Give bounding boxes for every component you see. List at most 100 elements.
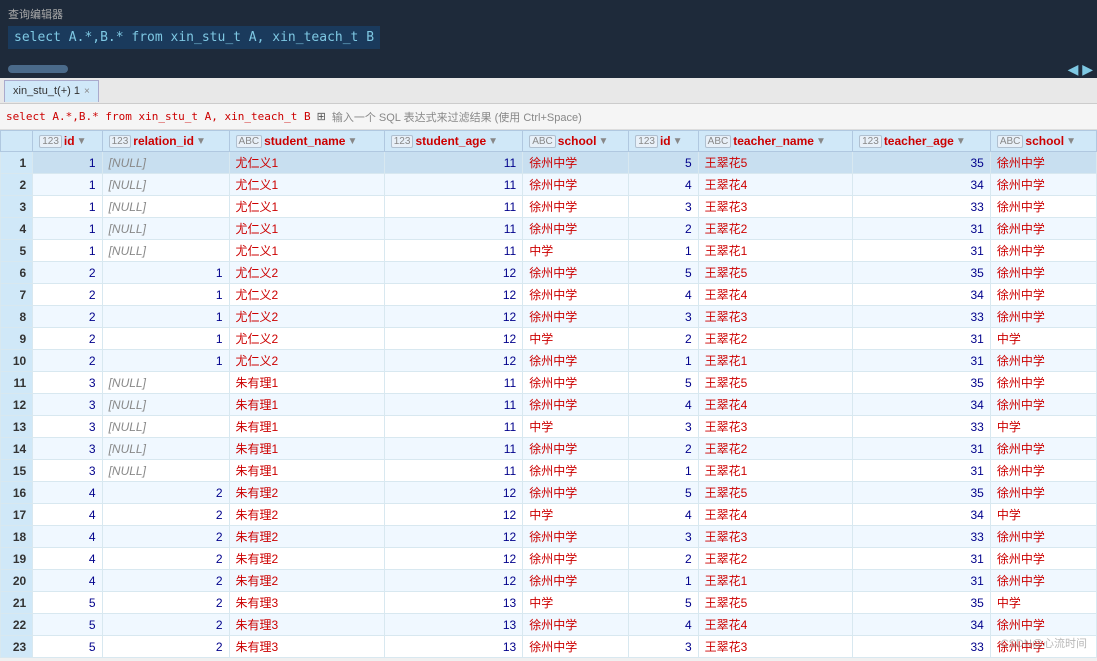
type-badge-8: ABC [997, 135, 1024, 148]
table-cell: 徐州中学 [523, 438, 629, 460]
sql-editor[interactable]: select A.*,B.* from xin_stu_t A, xin_tea… [8, 26, 380, 49]
table-cell: 徐州中学 [990, 152, 1096, 174]
table-cell: 5 [33, 636, 102, 658]
table-cell: 朱有理2 [229, 482, 384, 504]
table-cell: 王翠花5 [698, 372, 852, 394]
table-row: 2352朱有理313徐州中学3王翠花333徐州中学 [1, 636, 1097, 658]
table-cell: 尤仁义2 [229, 350, 384, 372]
table-cell: 1 [629, 240, 698, 262]
col-header-student_name-2[interactable]: ABC student_name ▼ [229, 131, 384, 152]
filter-hint: 输入一个 SQL 表达式来过滤结果 (使用 Ctrl+Space) [332, 109, 582, 125]
col-name-2: student_name [264, 134, 345, 148]
table-cell: 35 [853, 482, 991, 504]
col-header-student_age-3[interactable]: 123 student_age ▼ [384, 131, 522, 152]
result-table: 123 id ▼ 123 relation_id ▼ ABC student_n… [0, 130, 1097, 658]
table-cell: 1 [629, 570, 698, 592]
table-cell: 朱有理3 [229, 614, 384, 636]
table-cell: 2 [629, 328, 698, 350]
table-cell: 王翠花4 [698, 284, 852, 306]
row-number: 7 [1, 284, 33, 306]
table-cell: 3 [629, 416, 698, 438]
filter-bar: select A.*,B.* from xin_stu_t A, xin_tea… [0, 104, 1097, 130]
table-cell: 王翠花1 [698, 460, 852, 482]
table-cell: 尤仁义1 [229, 240, 384, 262]
table-row: 21[NULL]尤仁义111徐州中学4王翠花434徐州中学 [1, 174, 1097, 196]
table-row: 1021尤仁义212徐州中学1王翠花131徐州中学 [1, 350, 1097, 372]
table-cell: [NULL] [102, 372, 229, 394]
table-cell: 11 [384, 174, 522, 196]
table-row: 2042朱有理212徐州中学1王翠花131徐州中学 [1, 570, 1097, 592]
table-cell: 5 [33, 592, 102, 614]
result-tab[interactable]: xin_stu_t(+) 1 × [4, 80, 99, 102]
col-header-school-4[interactable]: ABC school ▼ [523, 131, 629, 152]
table-cell: 3 [33, 394, 102, 416]
col-header-teacher_age-7[interactable]: 123 teacher_age ▼ [853, 131, 991, 152]
row-number: 6 [1, 262, 33, 284]
col-filter-icon-3[interactable]: ▼ [488, 136, 498, 147]
table-cell: 2 [33, 306, 102, 328]
table-cell: 尤仁义2 [229, 306, 384, 328]
table-cell: 尤仁义2 [229, 262, 384, 284]
scroll-arrows[interactable]: ◀ ▶ [1068, 61, 1093, 78]
col-filter-icon-5[interactable]: ▼ [673, 136, 683, 147]
table-cell: 3 [33, 416, 102, 438]
table-cell: 徐州中学 [990, 438, 1096, 460]
table-cell: 5 [629, 262, 698, 284]
table-cell: 徐州中学 [990, 548, 1096, 570]
row-number: 15 [1, 460, 33, 482]
table-cell: 31 [853, 548, 991, 570]
type-badge-2: ABC [236, 135, 263, 148]
col-header-school-8[interactable]: ABC school ▼ [990, 131, 1096, 152]
col-header-teacher_name-6[interactable]: ABC teacher_name ▼ [698, 131, 852, 152]
table-row: 123[NULL]朱有理111徐州中学4王翠花434徐州中学 [1, 394, 1097, 416]
filter-icon: ⊞ [317, 110, 326, 123]
col-name-7: teacher_age [884, 134, 954, 148]
col-header-id-0[interactable]: 123 id ▼ [33, 131, 102, 152]
table-cell: 2 [629, 218, 698, 240]
col-filter-icon-0[interactable]: ▼ [77, 136, 87, 147]
col-filter-icon-2[interactable]: ▼ [347, 136, 357, 147]
table-cell: 5 [33, 614, 102, 636]
h-scrollbar[interactable] [8, 65, 68, 73]
table-row: 133[NULL]朱有理111中学3王翠花333中学 [1, 416, 1097, 438]
table-cell: [NULL] [102, 460, 229, 482]
table-cell: 王翠花4 [698, 614, 852, 636]
row-number: 2 [1, 174, 33, 196]
col-name-8: school [1025, 134, 1064, 148]
table-cell: 1 [102, 262, 229, 284]
tab-close[interactable]: × [84, 86, 90, 97]
table-row: 1742朱有理212中学4王翠花434中学 [1, 504, 1097, 526]
row-number: 8 [1, 306, 33, 328]
table-cell: 35 [853, 592, 991, 614]
table-cell: 王翠花3 [698, 416, 852, 438]
type-badge-4: ABC [529, 135, 556, 148]
row-number: 18 [1, 526, 33, 548]
table-cell: 4 [629, 284, 698, 306]
table-cell: 中学 [523, 504, 629, 526]
table-row: 621尤仁义212徐州中学5王翠花535徐州中学 [1, 262, 1097, 284]
col-header-relation_id-1[interactable]: 123 relation_id ▼ [102, 131, 229, 152]
type-badge-7: 123 [859, 135, 882, 148]
table-cell: 3 [629, 196, 698, 218]
table-cell: 徐州中学 [523, 394, 629, 416]
table-cell: 徐州中学 [523, 460, 629, 482]
table-cell: 2 [102, 570, 229, 592]
col-header-id-5[interactable]: 123 id ▼ [629, 131, 698, 152]
row-number: 10 [1, 350, 33, 372]
col-filter-icon-8[interactable]: ▼ [1066, 136, 1076, 147]
table-cell: 徐州中学 [523, 262, 629, 284]
table-cell: 34 [853, 284, 991, 306]
table-cell: 2 [102, 636, 229, 658]
table-cell: 徐州中学 [990, 570, 1096, 592]
col-filter-icon-6[interactable]: ▼ [816, 136, 826, 147]
table-cell: 35 [853, 152, 991, 174]
table-cell: 徐州中学 [990, 218, 1096, 240]
table-cell: 4 [629, 504, 698, 526]
table-row: 821尤仁义212徐州中学3王翠花333徐州中学 [1, 306, 1097, 328]
table-cell: 王翠花3 [698, 306, 852, 328]
col-filter-icon-4[interactable]: ▼ [598, 136, 608, 147]
table-cell: 中学 [990, 328, 1096, 350]
col-name-6: teacher_name [733, 134, 814, 148]
col-filter-icon-1[interactable]: ▼ [196, 136, 206, 147]
col-filter-icon-7[interactable]: ▼ [956, 136, 966, 147]
